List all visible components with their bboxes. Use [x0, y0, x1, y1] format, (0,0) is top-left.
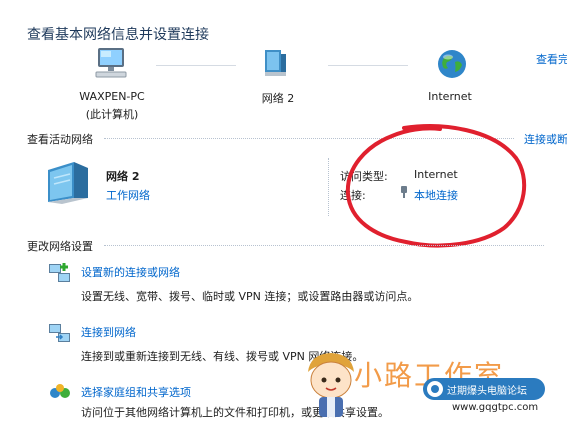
network-icon — [262, 48, 288, 83]
homegroup-sharing-link[interactable]: 选择家庭组和共享选项 — [81, 384, 191, 400]
map-line-left — [156, 65, 236, 66]
connect-network-icon — [48, 322, 72, 347]
watermark-badge-text: 过期爆头电脑论坛 — [447, 385, 527, 397]
internet-map-label: Internet — [428, 90, 472, 103]
new-connection-icon — [48, 262, 72, 287]
internet-globe-icon — [436, 48, 468, 83]
watermark-badge: 过期爆头电脑论坛 — [423, 378, 545, 400]
computer-sub-label: (此计算机) — [85, 108, 139, 121]
connect-to-network-link[interactable]: 连接到网络 — [81, 324, 136, 340]
annotation-circle — [345, 124, 527, 248]
change-settings-header: 更改网络设置 — [27, 240, 93, 253]
network-map-label: 网络 2 — [261, 92, 295, 105]
watermark-url: www.gqgtpc.com — [452, 402, 539, 413]
vertical-divider — [328, 158, 329, 216]
watermark-cartoon-avatar — [302, 350, 360, 425]
network-large-icon — [44, 158, 96, 207]
computer-icon — [92, 46, 130, 83]
change-settings-divider — [104, 245, 544, 246]
active-network-name: 网络 2 — [106, 170, 140, 183]
computer-name-label: WAXPEN-PC — [79, 90, 145, 103]
page-title: 查看基本网络信息并设置连接 — [27, 27, 209, 43]
network-type-link[interactable]: 工作网络 — [106, 187, 150, 203]
homegroup-icon — [48, 382, 72, 407]
active-networks-header: 查看活动网络 — [27, 133, 93, 146]
setup-new-connection-desc: 设置无线、宽带、拨号、临时或 VPN 连接；或设置路由器或访问点。 — [81, 290, 419, 303]
setup-new-connection-link[interactable]: 设置新的连接或网络 — [81, 264, 180, 280]
connect-disconnect-link[interactable]: 连接或断 — [524, 131, 567, 147]
see-full-map-link[interactable]: 查看完 — [536, 51, 567, 67]
map-line-right — [328, 65, 408, 66]
badge-dot-icon — [427, 381, 443, 397]
